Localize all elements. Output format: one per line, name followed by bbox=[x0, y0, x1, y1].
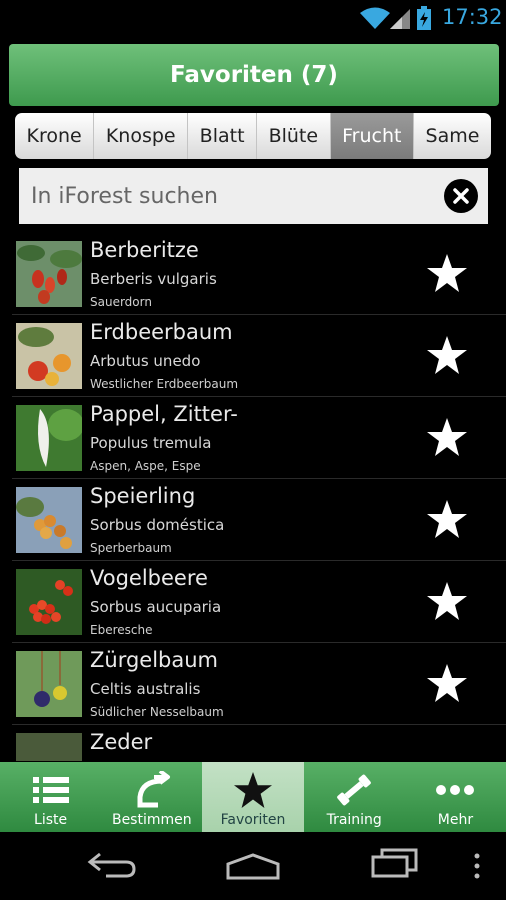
nav-bestimmen[interactable]: Bestimmen bbox=[101, 762, 202, 832]
tab-same[interactable]: Same bbox=[414, 113, 491, 159]
list-item[interactable]: Zeder bbox=[12, 725, 506, 761]
common-name: Südlicher Nesselbaum bbox=[90, 705, 224, 719]
tab-knospe[interactable]: Knospe bbox=[94, 113, 189, 159]
nav-training[interactable]: Training bbox=[304, 762, 405, 832]
dumbbell-icon bbox=[337, 774, 372, 806]
tree-thumbnail bbox=[16, 323, 82, 389]
nav-label: Mehr bbox=[437, 812, 474, 828]
nav-favoriten[interactable]: Favoriten bbox=[202, 762, 304, 832]
favorite-star-icon[interactable] bbox=[426, 417, 468, 457]
list-item[interactable]: Speierling Sorbus doméstica Sperberbaum bbox=[12, 479, 506, 561]
home-icon[interactable] bbox=[224, 852, 282, 880]
list-item[interactable]: Erdbeerbaum Arbutus unedo Westlicher Erd… bbox=[12, 315, 506, 397]
tab-bluete[interactable]: Blüte bbox=[257, 113, 331, 159]
tree-name: Zürgelbaum bbox=[90, 648, 219, 672]
status-bar: 17:32 bbox=[0, 0, 506, 36]
list-item[interactable]: Pappel, Zitter- Populus tremula Aspen, A… bbox=[12, 397, 506, 479]
overflow-menu-icon[interactable] bbox=[472, 852, 482, 880]
nav-label: Liste bbox=[34, 812, 68, 828]
list-icon bbox=[32, 777, 69, 803]
common-name: Westlicher Erdbeerbaum bbox=[90, 377, 239, 391]
tree-thumbnail bbox=[16, 733, 82, 761]
latin-name: Berberis vulgaris bbox=[90, 270, 217, 288]
list-item[interactable]: Vogelbeere Sorbus aucuparia Eberesche bbox=[12, 561, 506, 643]
wifi-icon bbox=[360, 7, 390, 29]
system-navigation-bar bbox=[0, 832, 506, 900]
star-icon bbox=[234, 771, 272, 809]
tree-name: Erdbeerbaum bbox=[90, 320, 233, 344]
favorite-star-icon[interactable] bbox=[426, 335, 468, 375]
nav-label: Bestimmen bbox=[111, 812, 192, 828]
favorite-star-icon[interactable] bbox=[426, 581, 468, 621]
tree-thumbnail bbox=[16, 651, 82, 717]
category-tabs: Krone Knospe Blatt Blüte Frucht Same bbox=[15, 113, 491, 159]
nav-liste[interactable]: Liste bbox=[0, 762, 101, 832]
recent-apps-icon[interactable] bbox=[370, 848, 420, 878]
tree-name: Berberitze bbox=[90, 238, 199, 262]
page-title: Favoriten (7) bbox=[170, 62, 338, 88]
latin-name: Sorbus doméstica bbox=[90, 516, 225, 534]
tree-name: Vogelbeere bbox=[90, 566, 208, 590]
common-name: Eberesche bbox=[90, 623, 153, 637]
common-name: Sauerdorn bbox=[90, 295, 152, 309]
title-bar: Favoriten (7) bbox=[9, 44, 499, 106]
tab-frucht[interactable]: Frucht bbox=[330, 113, 415, 159]
latin-name: Celtis australis bbox=[90, 680, 201, 698]
favorite-star-icon[interactable] bbox=[426, 499, 468, 539]
latin-name: Populus tremula bbox=[90, 434, 212, 452]
tab-blatt[interactable]: Blatt bbox=[188, 113, 258, 159]
tree-name: Pappel, Zitter- bbox=[90, 402, 238, 426]
tree-thumbnail bbox=[16, 405, 82, 471]
tree-thumbnail bbox=[16, 241, 82, 307]
nav-label: Favoriten bbox=[220, 812, 286, 828]
rotate-arrow-icon bbox=[137, 771, 170, 808]
status-time: 17:32 bbox=[442, 5, 503, 29]
tab-krone[interactable]: Krone bbox=[15, 113, 95, 159]
battery-charging-icon bbox=[417, 6, 431, 30]
tree-thumbnail bbox=[16, 569, 82, 635]
favorites-list: Berberitze Berberis vulgaris Sauerdorn E… bbox=[0, 233, 506, 761]
bottom-navigation: Liste Bestimmen Favoriten Training Mehr bbox=[0, 762, 506, 832]
tree-name: Zeder bbox=[90, 730, 153, 754]
nav-label: Training bbox=[326, 812, 382, 828]
search-bar bbox=[19, 168, 488, 224]
favorite-star-icon[interactable] bbox=[426, 253, 468, 293]
more-dots-icon bbox=[436, 785, 475, 795]
common-name: Sperberbaum bbox=[90, 541, 172, 555]
tree-name: Speierling bbox=[90, 484, 196, 508]
favorite-star-icon[interactable] bbox=[426, 663, 468, 703]
list-item[interactable]: Berberitze Berberis vulgaris Sauerdorn bbox=[12, 233, 506, 315]
latin-name: Sorbus aucuparia bbox=[90, 598, 222, 616]
tree-thumbnail bbox=[16, 487, 82, 553]
nav-mehr[interactable]: Mehr bbox=[405, 762, 506, 832]
signal-icon bbox=[390, 9, 410, 29]
close-icon bbox=[453, 188, 469, 204]
latin-name: Arbutus unedo bbox=[90, 352, 201, 370]
clear-search-button[interactable] bbox=[444, 179, 478, 213]
common-name: Aspen, Aspe, Espe bbox=[90, 459, 201, 473]
back-icon[interactable] bbox=[86, 850, 138, 880]
list-item[interactable]: Zürgelbaum Celtis australis Südlicher Ne… bbox=[12, 643, 506, 725]
search-input[interactable] bbox=[19, 168, 444, 224]
